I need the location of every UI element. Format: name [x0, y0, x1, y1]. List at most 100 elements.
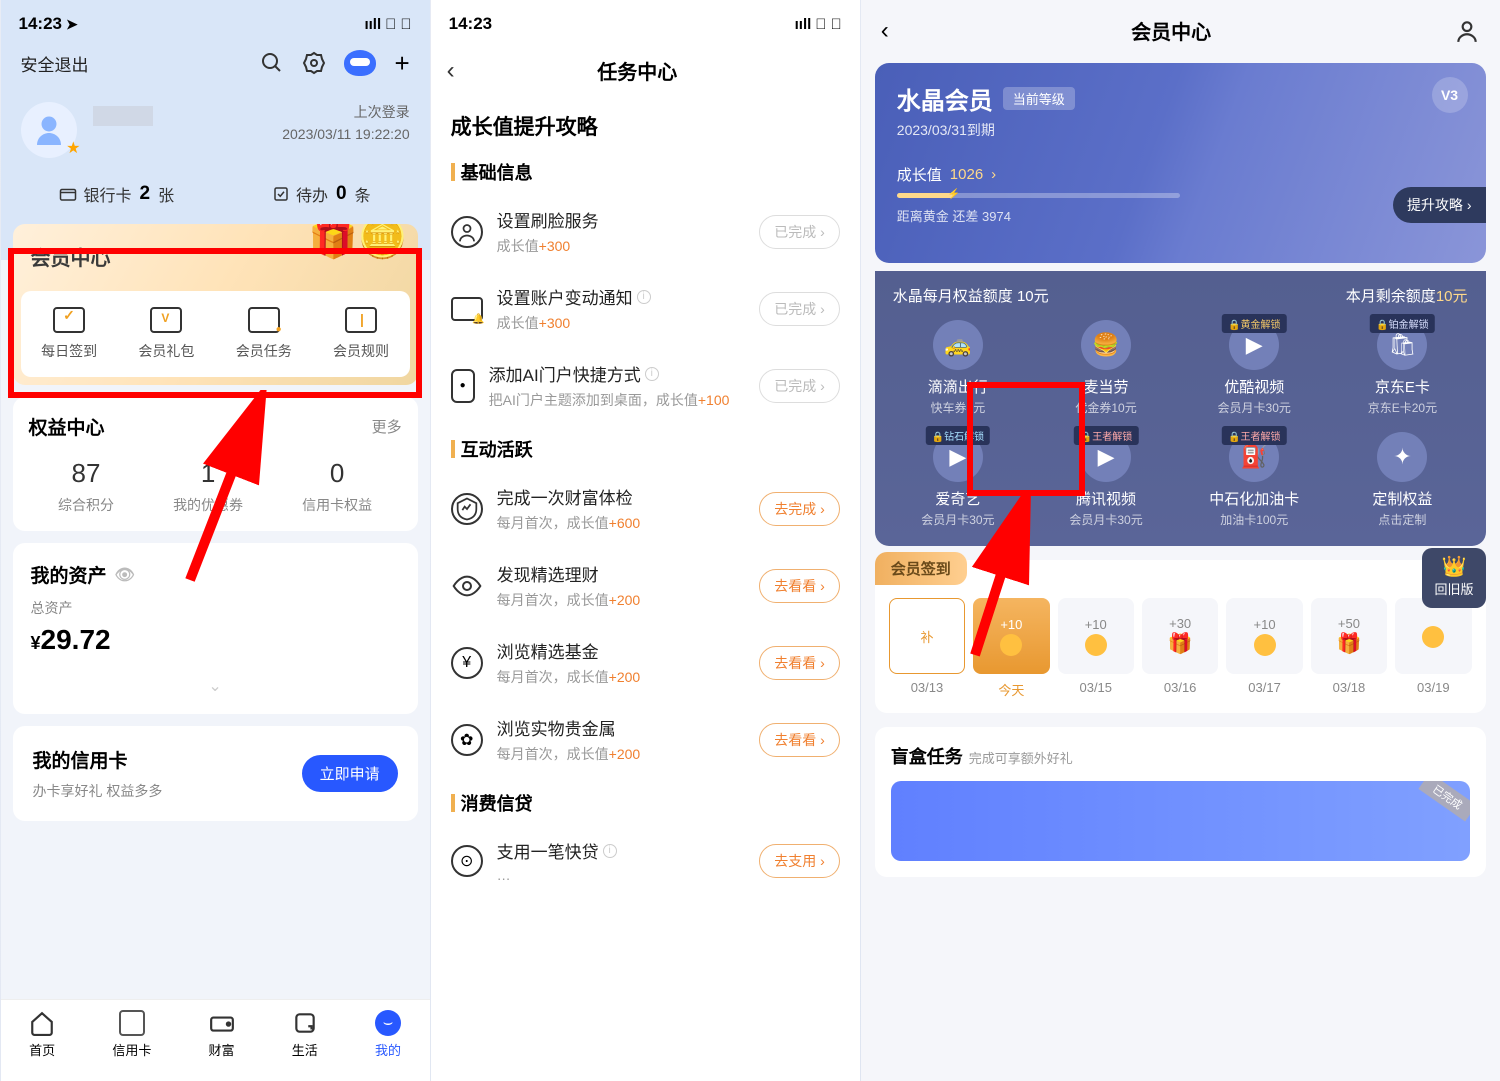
- old-version-button[interactable]: 回旧版: [1422, 548, 1485, 608]
- member-level-name: 水晶会员: [897, 81, 993, 116]
- phone-icon: ●: [451, 369, 475, 403]
- equity-title: 权益中心: [29, 413, 105, 440]
- task-wealth-check: 完成一次财富体检每月首次，成长值+600 去完成: [431, 470, 860, 547]
- quick-stats: 银行卡2张 待办0条: [1, 168, 430, 224]
- benefit-item[interactable]: 🔒铂金解锁🛍京东E卡京东E卡20元: [1333, 320, 1471, 416]
- task-status-done[interactable]: 已完成: [759, 292, 840, 326]
- section-consume: 消费信贷: [431, 790, 860, 824]
- member-rules[interactable]: 会员规则: [333, 307, 389, 361]
- signin-day[interactable]: 03/19: [1395, 598, 1471, 699]
- equity-coupons[interactable]: 1我的优惠券: [173, 458, 243, 515]
- benefit-item[interactable]: 🚕滴滴出行快车券5元: [889, 320, 1027, 416]
- benefit-item[interactable]: 🔒钻石解锁▶爱奇艺会员月卡30元: [889, 432, 1027, 528]
- gap-text: 距离黄金 还差 3974: [897, 206, 1464, 225]
- task-status-done[interactable]: 已完成: [759, 215, 840, 249]
- equity-more[interactable]: 更多: [372, 416, 402, 437]
- wifi-icon: 􀙇: [815, 16, 826, 33]
- tab-mine[interactable]: ⌣我的: [375, 1010, 401, 1059]
- signin-card: 会员签到 回旧版 补03/13+10今天+1003/15+30🎁03/16+10…: [875, 560, 1486, 713]
- task-use-button[interactable]: 去支用: [759, 844, 840, 878]
- battery-icon: 􀛨: [400, 16, 411, 33]
- phone-2-tasks: 14:23 ııll􀙇􀛨 ‹ 任务中心 成长值提升攻略 基础信息 设置刷脸服务成…: [431, 0, 860, 1081]
- task-face-service: 设置刷脸服务成长值+300 已完成: [431, 193, 860, 270]
- eye-icon[interactable]: 👁: [115, 565, 135, 585]
- profile-section: ★ 上次登录 2023/03/11 19:22:20: [1, 84, 430, 168]
- mascot-icon[interactable]: [344, 50, 376, 76]
- task-status-done[interactable]: 已完成: [759, 369, 840, 403]
- tab-wealth[interactable]: 财富: [209, 1010, 235, 1059]
- expire-date: 2023/03/31到期: [897, 120, 1464, 140]
- search-icon[interactable]: [260, 51, 284, 75]
- page-title: 任务中心: [431, 56, 844, 85]
- back-button[interactable]: ‹: [881, 17, 889, 45]
- nav-bar: ‹ 会员中心: [861, 0, 1500, 55]
- blind-box-promo[interactable]: 已完成: [891, 781, 1470, 861]
- lock-tag: 🔒钻石解锁: [926, 426, 990, 445]
- star-icon: ★: [66, 138, 80, 158]
- member-tasks[interactable]: 会员任务: [236, 307, 292, 361]
- benefit-icon: 🚕: [933, 320, 983, 370]
- crystal-member-card: 水晶会员 当前等级 2023/03/31到期 成长值 1026 › ⚡ 距离黄金…: [875, 63, 1486, 263]
- benefit-item[interactable]: ✦定制权益点击定制: [1333, 432, 1471, 528]
- tab-bar: 首页 信用卡 财富 生活 ⌣我的: [1, 999, 430, 1081]
- equity-credit[interactable]: 0信用卡权益: [302, 458, 372, 515]
- user-icon[interactable]: [1454, 18, 1480, 44]
- progress-bar: ⚡: [897, 193, 1180, 198]
- flower-icon: ✿: [451, 724, 483, 756]
- header: 安全退出 +: [1, 48, 430, 84]
- benefit-icon: ✦: [1377, 432, 1427, 482]
- task-discover-finance: 发现精选理财每月首次，成长值+200 去看看: [431, 547, 860, 624]
- task-browse-metals: ✿ 浏览实物贵金属每月首次，成长值+200 去看看: [431, 701, 860, 778]
- equity-center-card: 权益中心 更多 87综合积分 1我的优惠券 0信用卡权益: [13, 397, 418, 531]
- signin-day[interactable]: +30🎁03/16: [1142, 598, 1218, 699]
- add-icon[interactable]: +: [394, 50, 409, 76]
- benefit-item[interactable]: 🍔麦当劳代金券10元: [1037, 320, 1175, 416]
- tab-home[interactable]: 首页: [29, 1010, 55, 1059]
- tab-credit-card[interactable]: 信用卡: [112, 1010, 151, 1059]
- signin-tab: 会员签到: [875, 552, 967, 585]
- done-tag: 已完成: [1418, 781, 1470, 822]
- benefit-item[interactable]: 🔒王者解锁▶腾讯视频会员月卡30元: [1037, 432, 1175, 528]
- tab-life[interactable]: 生活: [292, 1010, 318, 1059]
- quota-label: 水晶每月权益额度 10元: [893, 285, 1049, 306]
- section-interaction: 互动活跃: [431, 436, 860, 470]
- signin-day[interactable]: +1003/17: [1226, 598, 1302, 699]
- task-go-button[interactable]: 去完成: [759, 492, 840, 526]
- status-bar: 14:23 ııll􀙇􀛨: [431, 0, 860, 48]
- settings-icon[interactable]: [302, 51, 326, 75]
- chevron-down-icon[interactable]: ⌄: [31, 676, 400, 696]
- signin-day[interactable]: 补03/13: [889, 598, 965, 699]
- task-see-button[interactable]: 去看看: [759, 723, 840, 757]
- task-see-button[interactable]: 去看看: [759, 569, 840, 603]
- info-icon[interactable]: i: [637, 290, 651, 304]
- equity-points[interactable]: 87综合积分: [58, 458, 114, 515]
- safe-exit-button[interactable]: 安全退出: [21, 51, 89, 76]
- info-icon[interactable]: i: [603, 844, 617, 858]
- daily-checkin[interactable]: 每日签到: [41, 307, 97, 361]
- my-assets-card[interactable]: 我的资产👁 总资产 ¥29.72 ⌄: [13, 543, 418, 714]
- member-gift[interactable]: 会员礼包: [138, 307, 194, 361]
- task-quick-loan: ⊙ 支用一笔快贷i… 去支用: [431, 824, 860, 897]
- benefit-item[interactable]: 🔒黄金解锁▶优酷视频会员月卡30元: [1185, 320, 1323, 416]
- lock-tag: 🔒王者解锁: [1222, 426, 1286, 445]
- task-ai-shortcut: ● 添加AI门户快捷方式i把AI门户主题添加到桌面，成长值+100 已完成: [431, 347, 860, 424]
- benefit-icon: 🍔: [1081, 320, 1131, 370]
- signin-day[interactable]: +50🎁03/18: [1311, 598, 1387, 699]
- info-icon[interactable]: i: [645, 367, 659, 381]
- apply-button[interactable]: 立即申请: [302, 755, 398, 792]
- bank-cards-stat[interactable]: 银行卡2张: [59, 182, 174, 206]
- strategy-button[interactable]: 提升攻略 ›: [1393, 187, 1486, 223]
- my-credit-card: 我的信用卡 办卡享好礼 权益多多 立即申请: [13, 726, 418, 821]
- growth-value[interactable]: 成长值 1026 ›: [897, 164, 1464, 185]
- loan-icon: ⊙: [451, 845, 483, 877]
- lock-tag: 🔒王者解锁: [1074, 426, 1138, 445]
- task-see-button[interactable]: 去看看: [759, 646, 840, 680]
- signin-day[interactable]: +10今天: [973, 598, 1049, 699]
- blind-box-card: 盲盒任务完成可享额外好礼 已完成: [875, 727, 1486, 877]
- todo-stat[interactable]: 待办0条: [272, 182, 371, 206]
- member-center-card: 🎁🪙 会员中心 每日签到 会员礼包 会员任务 会员规则: [13, 224, 418, 385]
- signin-day[interactable]: +1003/15: [1058, 598, 1134, 699]
- benefit-item[interactable]: 🔒王者解锁⛽中石化加油卡加油卡100元: [1185, 432, 1323, 528]
- nav-bar: ‹ 任务中心: [431, 48, 860, 97]
- status-bar: 14:23➤ ııll􀙇􀛨: [1, 0, 430, 48]
